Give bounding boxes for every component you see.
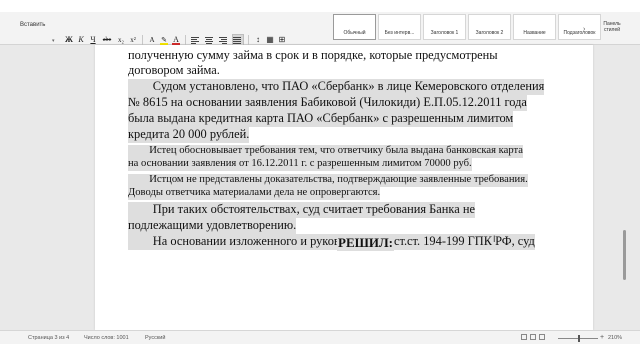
text-line: подлежащими удовлетворению.	[128, 218, 297, 234]
style-normal[interactable]: Обычный	[333, 14, 376, 40]
bottom-strip	[0, 344, 640, 360]
language-indicator[interactable]: Русский	[145, 335, 165, 341]
shading-icon[interactable]: ▦	[265, 35, 275, 45]
zoom-in-icon[interactable]: +	[600, 334, 604, 341]
view-buttons	[521, 334, 545, 340]
text-line: договором займа.	[128, 63, 220, 77]
word-count[interactable]: Число слов: 1001	[84, 335, 129, 341]
strikethrough-button[interactable]: abc	[100, 35, 114, 45]
highlight-color-button[interactable]: ✎	[159, 35, 169, 45]
style-heading-1[interactable]: Заголовок 1	[423, 14, 466, 40]
document-canvas: полученную сумму займа в срок и в порядк…	[0, 45, 640, 330]
chevron-down-icon[interactable]: ▾	[52, 38, 55, 44]
text-line: № 8615 на основании заявления Бабиковой …	[128, 95, 527, 111]
zoom-slider-handle[interactable]	[578, 335, 580, 342]
text-line: Истец обосновывает требования тем, что о…	[128, 145, 523, 158]
text-line: При таких обстоятельствах, суд считает т…	[128, 202, 475, 218]
zoom-level[interactable]: 210%	[608, 335, 622, 341]
focus-icon[interactable]	[539, 334, 545, 340]
text-line: Судом установлено, что ПАО «Сбербанк» в …	[128, 79, 545, 95]
divider	[248, 35, 249, 45]
document-heading: РЕШИЛ:	[337, 235, 395, 251]
text-line: была выдана кредитная карта ПАО «Сбербан…	[128, 111, 514, 127]
paste-button[interactable]: Вставить	[20, 22, 45, 28]
page-counter[interactable]: Страница 3 из 4	[28, 335, 69, 341]
text-effects-icon[interactable]: A	[147, 35, 157, 45]
font-color-button[interactable]: A	[171, 35, 181, 45]
web-layout-icon[interactable]	[530, 334, 536, 340]
i-beam-cursor-icon: I	[493, 234, 496, 244]
text-line: на основании заявления от 16.12.2011 г. …	[128, 158, 472, 171]
text-line: полученную сумму займа в срок и в порядк…	[128, 48, 498, 62]
style-title[interactable]: Название	[513, 14, 556, 40]
style-subtitle[interactable]: Подзаголовок	[558, 14, 601, 40]
text-line: Истцом не представлены доказательства, п…	[128, 174, 528, 187]
styles-pane-button[interactable]: Панель стилей	[597, 21, 627, 33]
styles-gallery: Обычный Без интерв... Заголовок 1 Заголо…	[333, 14, 601, 40]
superscript-button[interactable]: x²	[128, 35, 138, 45]
chevron-right-icon[interactable]: ›	[583, 26, 585, 33]
vertical-scrollbar[interactable]	[623, 230, 626, 280]
ribbon: Вставить ▾ Ж К Ч abc x₂ x² A ✎ A ↕ ▦ ⊞ О…	[0, 12, 640, 46]
style-heading-2[interactable]: Заголовок 2	[468, 14, 511, 40]
status-bar: Страница 3 из 4 Число слов: 1001 Русский…	[0, 330, 640, 345]
bold-button[interactable]: Ж	[64, 35, 74, 45]
divider	[142, 35, 143, 45]
style-no-spacing[interactable]: Без интерв...	[378, 14, 421, 40]
text-line: На основании изложенного и руководствуяс…	[128, 234, 535, 250]
borders-icon[interactable]: ⊞	[277, 35, 287, 45]
divider	[185, 35, 186, 45]
italic-button[interactable]: К	[76, 35, 86, 45]
underline-button[interactable]: Ч	[88, 35, 98, 45]
text-line: Доводы ответчика материалами дела не опр…	[128, 187, 381, 200]
subscript-button[interactable]: x₂	[116, 35, 126, 45]
print-layout-icon[interactable]	[521, 334, 527, 340]
line-spacing-icon[interactable]: ↕	[253, 35, 263, 45]
text-line: кредита 20 000 рублей.	[128, 127, 250, 143]
